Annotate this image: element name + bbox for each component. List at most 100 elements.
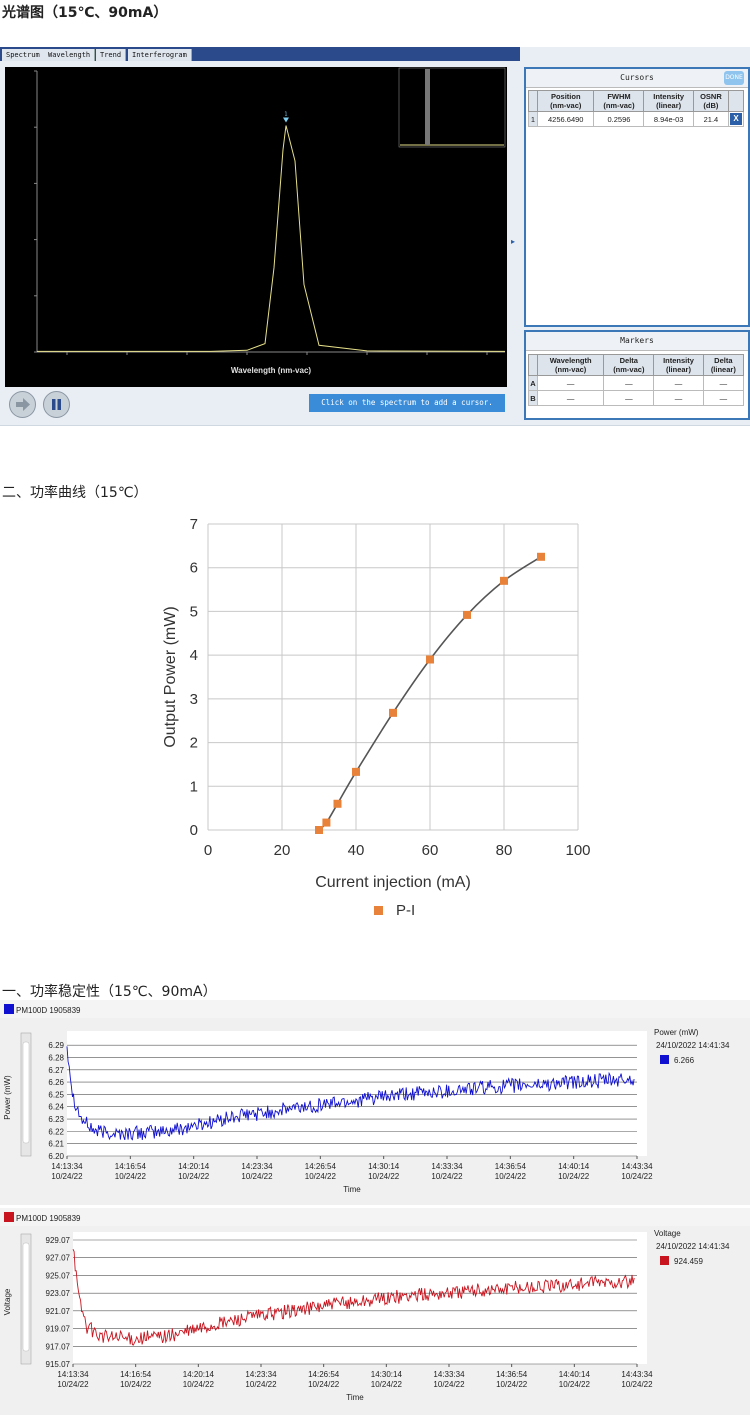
y-tick-label: 2 (190, 735, 198, 752)
remove-cursor-button[interactable]: X (730, 113, 742, 125)
power-x-tick-date: 10/24/22 (115, 1172, 147, 1181)
voltage-x-tick-date: 10/24/22 (308, 1380, 340, 1389)
spectrum-trace (37, 125, 506, 352)
power-y-tick-label: 6.28 (48, 1053, 64, 1062)
y-tick-label: 1 (190, 778, 198, 795)
y-tick-label: 5 (190, 603, 198, 620)
y-tick-label: 0.003 (15, 180, 33, 187)
marker-col-header-unit: (nm-vac) (613, 365, 645, 374)
y-axis-label: Output Power (mW) (162, 606, 179, 747)
power-y-tick-label: 6.24 (48, 1103, 64, 1112)
pi-data-point (463, 610, 471, 619)
tab-trend[interactable]: Trend (96, 49, 127, 61)
legend-swatch (374, 906, 383, 915)
cursor-col-header-line: OSNR (700, 92, 722, 101)
x-tick-label: 4.257 (298, 359, 316, 366)
voltage-x-tick-date: 10/24/22 (621, 1380, 653, 1389)
power-x-tick-time: 14:30:14 (368, 1162, 400, 1171)
y-tick-label: 7 (190, 516, 198, 533)
power-y-tick-label: 6.23 (48, 1115, 64, 1124)
voltage-x-tick-time: 14:13:34 (57, 1370, 89, 1379)
power-x-tick-time: 14:36:54 (495, 1162, 527, 1171)
power-x-tick-date: 10/24/22 (431, 1172, 463, 1181)
marker-col-header-unit: (linear) (710, 365, 736, 374)
marker-col-header: Delta (nm-vac) (603, 354, 655, 376)
pi-data-point (500, 576, 508, 585)
marker-col-header-line: Intensity (663, 356, 694, 365)
tab-spectrum[interactable]: Spectrum (2, 49, 45, 61)
marker-cell: — (702, 390, 745, 406)
cursor-col-header: FWHM (nm-vac) (593, 90, 645, 112)
power-x-tick-date: 10/24/22 (558, 1172, 590, 1181)
voltage-x-tick-time: 14:43:34 (621, 1370, 653, 1379)
spectrum-heading: 光谱图（15℃、90mA） (2, 5, 168, 21)
x-tick-label: 100 (565, 842, 590, 859)
voltage-x-tick-date: 10/24/22 (245, 1380, 277, 1389)
power-legend-swatch (660, 1055, 669, 1064)
voltage-title: PM100D 1905839 (16, 1214, 81, 1223)
pi-data-point (315, 826, 323, 834)
tab-wavelength[interactable]: Wavelength (44, 49, 96, 61)
tab-interferogram[interactable]: Interferogram (128, 49, 192, 61)
voltage-x-tick-time: 14:33:34 (433, 1370, 465, 1379)
voltage-y-tick-label: 917.07 (46, 1342, 71, 1351)
overview-inset (398, 67, 506, 148)
play-button[interactable] (9, 391, 36, 418)
voltage-plot-area (73, 1232, 647, 1364)
y-tick-label: 0 (29, 349, 33, 356)
x-tick-label: 60 (422, 842, 439, 859)
marker-index: B (528, 390, 538, 406)
pi-data-point (333, 799, 342, 808)
voltage-x-tick-time: 14:23:34 (245, 1370, 277, 1379)
add-cursor-hint[interactable]: Click on the spectrum to add a cursor. (309, 394, 505, 412)
x-axis-label: Wavelength (nm-vac) (231, 366, 311, 375)
cursors-panel: Cursors DONE Position (nm-vac) FWHM (nm-vac… (524, 67, 750, 327)
power-zoom-slider-thumb (22, 1041, 30, 1144)
power-x-tick-date: 10/24/22 (305, 1172, 337, 1181)
pi-data-point (322, 818, 331, 827)
cursor-row[interactable]: 1 4256.6490 0.2596 8.94e-03 21.4 X (528, 111, 744, 127)
spectrum-plot[interactable]: 0 0.001 0.002 0.003 0.004 0.005 4.253 4.254 4.25… (5, 67, 507, 387)
markers-panel: Markers Wavelength (nm-vac) Delta (nm-vac) I… (524, 330, 750, 420)
voltage-x-tick-time: 14:16:54 (120, 1370, 152, 1379)
power-x-tick-date: 10/24/22 (621, 1172, 653, 1181)
voltage-x-axis-label: Time (346, 1393, 364, 1402)
done-button[interactable]: DONE (724, 71, 744, 85)
cursor-col-header-line: Position (550, 92, 581, 101)
power-y-tick-label: 6.26 (48, 1078, 64, 1087)
cursor-index: 1 (528, 111, 538, 127)
power-x-tick-time: 14:43:34 (621, 1162, 653, 1171)
tab-bar: Spectrum Wavelength Trend Interferogram (0, 47, 520, 61)
marker-row[interactable]: B — — — — (528, 390, 745, 406)
power-legend-value: 6.266 (674, 1056, 695, 1065)
power-x-tick-date: 10/24/22 (51, 1172, 83, 1181)
pause-icon (52, 399, 61, 410)
marker-row[interactable]: A — — — — (528, 375, 745, 391)
x-tick-label: 4.260 (478, 359, 496, 366)
marker-col-header-line: Delta (619, 356, 638, 365)
x-tick-label: 20 (274, 842, 291, 859)
marker-cell: — (702, 375, 745, 391)
power-y-tick-label: 6.27 (48, 1066, 64, 1075)
markers-table: Wavelength (nm-vac) Delta (nm-vac) Intensity… (528, 354, 745, 406)
pause-button[interactable] (43, 391, 70, 418)
cursor-marker-icon (283, 117, 289, 123)
voltage-x-tick-date: 10/24/22 (371, 1380, 403, 1389)
y-tick-label: 6 (190, 560, 198, 577)
pi-chart: 0 20 40 60 80 100 0 1 2 3 4 5 6 7 Current injection (m… (162, 516, 591, 919)
panel-collapse-arrow-icon[interactable]: ▸ (511, 237, 517, 247)
marker-col-header: Delta (linear) (702, 354, 745, 376)
x-tick-label: 0 (204, 842, 212, 859)
power-x-tick-time: 14:26:54 (305, 1162, 337, 1171)
marker-cell: — (603, 390, 655, 406)
voltage-x-tick-date: 10/24/22 (120, 1380, 152, 1389)
voltage-x-tick-time: 14:20:14 (183, 1370, 215, 1379)
marker-col-header: Wavelength (nm-vac) (536, 354, 605, 376)
cursor-intensity: 8.94e-03 (643, 111, 694, 127)
marker-index: A (528, 375, 538, 391)
cursor-fwhm: 0.2596 (593, 111, 645, 127)
power-x-tick-date: 10/24/22 (368, 1172, 400, 1181)
cursor-col-header-line: FWHM (607, 92, 631, 101)
y-tick-label: 3 (190, 691, 198, 708)
spectrum-chart: 0 0.001 0.002 0.003 0.004 0.005 4.253 4.254 4.25… (15, 67, 506, 375)
